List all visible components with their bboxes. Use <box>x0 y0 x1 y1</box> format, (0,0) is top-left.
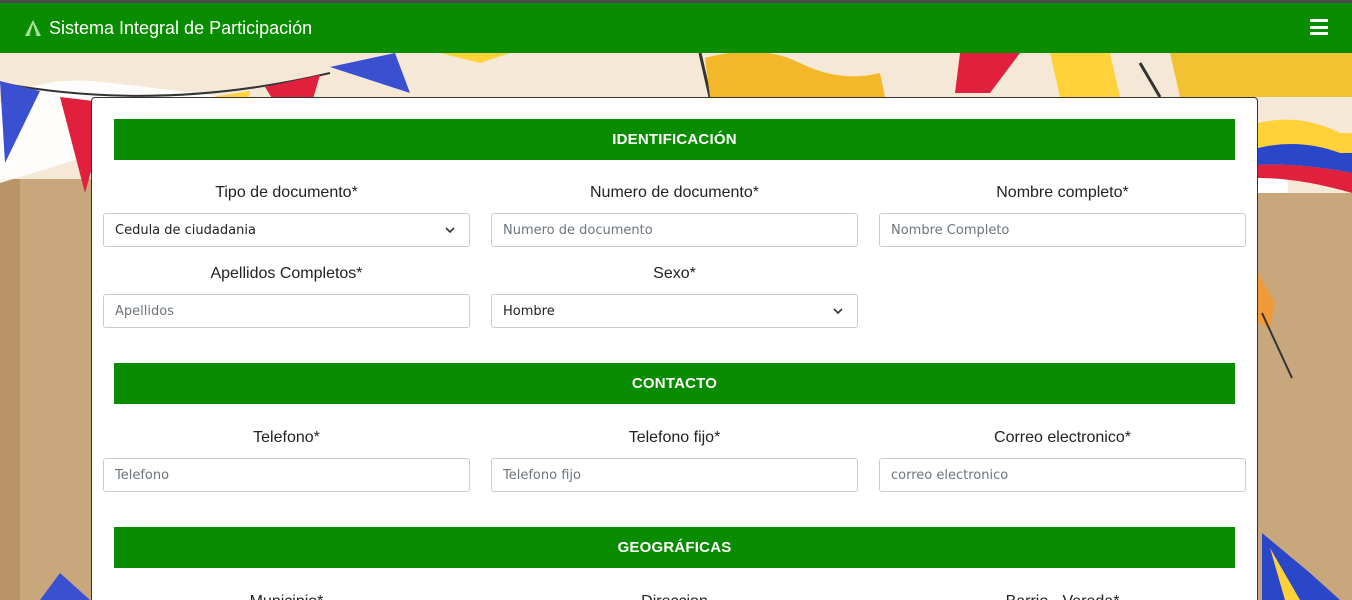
field-municipio: Municipio* <box>103 592 470 600</box>
sexo-label: Sexo* <box>653 265 696 282</box>
direccion-label: Direccion <box>491 592 858 600</box>
tipo-documento-label: Tipo de documento* <box>215 184 358 201</box>
tipo-documento-select[interactable]: Cedula de ciudadania <box>103 213 470 247</box>
correo-input[interactable] <box>879 458 1246 492</box>
barrio-label: Barrio - Vereda* <box>879 592 1246 600</box>
registration-form-card: IDENTIFICACIÓN Tipo de documento* Cedula… <box>91 97 1258 600</box>
section-header-contacto: CONTACTO <box>114 363 1235 404</box>
apellidos-input[interactable] <box>103 294 470 328</box>
top-navbar: Sistema Integral de Participación <box>0 0 1352 53</box>
field-nombre-completo: Nombre completo* <box>879 183 1246 247</box>
field-direccion: Direccion <box>491 592 858 600</box>
telefono-fijo-label: Telefono fijo* <box>628 429 721 446</box>
brand[interactable]: Sistema Integral de Participación <box>24 18 312 39</box>
sexo-select[interactable]: Hombre <box>491 294 858 328</box>
numero-documento-input[interactable] <box>491 213 858 247</box>
nombre-completo-label: Nombre completo* <box>996 184 1129 201</box>
apellidos-label: Apellidos Completos* <box>210 265 363 282</box>
field-numero-documento: Numero de documento* <box>491 183 858 247</box>
numero-documento-label: Numero de documento* <box>590 184 759 201</box>
telefono-fijo-input[interactable] <box>491 458 858 492</box>
telefono-label: Telefono* <box>253 429 320 446</box>
telefono-input[interactable] <box>103 458 470 492</box>
hamburger-menu-icon[interactable] <box>1310 19 1328 35</box>
a-logo-icon <box>25 20 41 36</box>
correo-label: Correo electronico* <box>994 429 1131 446</box>
field-apellidos: Apellidos Completos* <box>103 264 470 328</box>
field-telefono-fijo: Telefono fijo* <box>491 428 858 492</box>
field-sexo: Sexo* Hombre <box>491 264 858 328</box>
section-header-geograficas: GEOGRÁFICAS <box>114 527 1235 568</box>
field-correo: Correo electronico* <box>879 428 1246 492</box>
section-header-identificacion: IDENTIFICACIÓN <box>114 119 1235 160</box>
field-barrio: Barrio - Vereda* <box>879 592 1246 600</box>
municipio-label: Municipio* <box>103 592 470 600</box>
app-title: Sistema Integral de Participación <box>49 17 313 38</box>
field-tipo-documento: Tipo de documento* Cedula de ciudadania <box>103 183 470 247</box>
nombre-completo-input[interactable] <box>879 213 1246 247</box>
field-telefono: Telefono* <box>103 428 470 492</box>
